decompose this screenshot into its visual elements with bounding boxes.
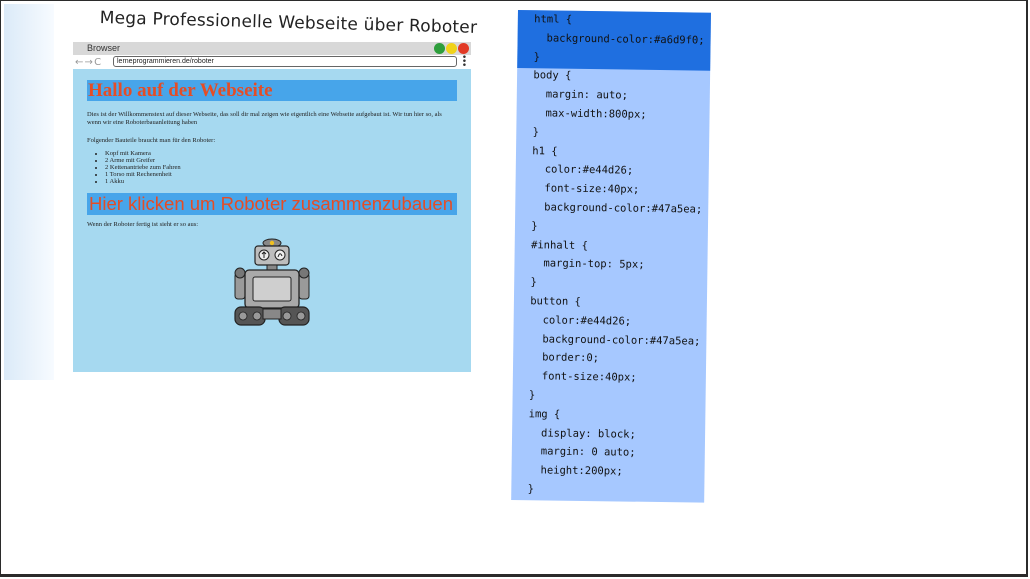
- finished-text: Wenn der Roboter fertig ist sieht er so …: [87, 221, 199, 228]
- browser-title-bar: Browser: [73, 42, 471, 55]
- code-line: h1 {: [525, 144, 558, 158]
- code-line: background-color:#a6d9f0;: [527, 31, 705, 47]
- code-line: max-width:800px;: [526, 107, 647, 121]
- left-gradient-strip: [4, 4, 54, 380]
- address-row: ← → C lerneprogrammieren.de/roboter • • •: [73, 54, 471, 71]
- code-line: font-size:40px;: [525, 182, 640, 196]
- yellow-dot-icon[interactable]: [446, 43, 457, 54]
- css-code-panel: html { background-color:#a6d9f0; } body …: [511, 10, 711, 503]
- page-content: Hallo auf der Webseite Dies ist der Will…: [73, 69, 471, 329]
- code-line: margin: 0 auto;: [521, 445, 636, 460]
- browser-mockup: Browser ← → C lerneprogrammieren.de/robo…: [73, 42, 471, 372]
- code-line: margin-top: 5px;: [524, 257, 645, 272]
- code-line: body {: [527, 69, 572, 83]
- assemble-robot-button[interactable]: Hier klicken um Roboter zusammenzubauen: [87, 193, 457, 215]
- page-heading: Hallo auf der Webseite: [87, 80, 457, 101]
- list-item: 1 Torso mit Rechenenheit: [105, 171, 457, 178]
- code-line: color:#e44d26;: [523, 313, 632, 328]
- code-line: img {: [522, 407, 561, 421]
- parts-intro: Folgender Bauteile braucht man für den R…: [87, 137, 216, 144]
- code-line: font-size:40px;: [522, 370, 637, 384]
- browser-label: Browser: [87, 43, 121, 53]
- list-item: 1 Akku: [105, 178, 457, 185]
- url-field[interactable]: lerneprogrammieren.de/roboter: [113, 56, 457, 67]
- nav-buttons-icon[interactable]: ← → C: [75, 57, 111, 68]
- code-line: }: [526, 125, 540, 139]
- list-item: 2 Kettenantriebe zum Fahren: [105, 164, 457, 171]
- code-line: }: [524, 276, 537, 289]
- code-line: }: [522, 389, 536, 402]
- list-item: Kopf mit Kamera: [105, 150, 457, 157]
- intro-text: Dies ist der Willkommenstext auf dieser …: [87, 111, 442, 126]
- code-line: }: [527, 50, 541, 63]
- code-line: margin: auto;: [526, 88, 629, 102]
- code-line: html {: [527, 13, 573, 26]
- code-line: }: [524, 219, 538, 233]
- code-line: display: block;: [522, 426, 636, 441]
- code-line: border:0;: [523, 351, 600, 365]
- code-line: color:#e44d26;: [525, 163, 634, 178]
- robot-image: [234, 238, 310, 326]
- code-line: height:200px;: [521, 464, 623, 478]
- parts-list: Kopf mit Kamera 2 Arme mit Greifer 2 Ket…: [87, 150, 457, 185]
- kebab-menu-icon[interactable]: • • •: [462, 54, 467, 71]
- code-line: #inhalt {: [524, 238, 589, 252]
- green-dot-icon[interactable]: [434, 43, 445, 54]
- code-line: }: [521, 483, 535, 496]
- list-item: 2 Arme mit Greifer: [105, 157, 457, 164]
- code-line: background-color:#47a5ea;: [525, 201, 703, 216]
- code-line: background-color:#47a5ea;: [523, 332, 701, 348]
- code-line: button {: [523, 295, 581, 308]
